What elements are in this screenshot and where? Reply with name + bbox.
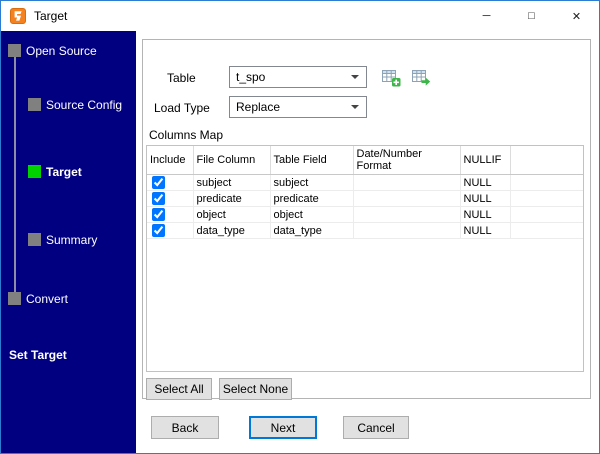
back-button[interactable]: Back (151, 416, 219, 439)
wizard-sidebar: Open Source Source Config Target Summary… (1, 31, 136, 453)
columns-map-label: Columns Map (149, 128, 224, 142)
table-field-cell[interactable]: subject (270, 174, 354, 191)
grid-header-row: Include File Column Table Field Date/Num… (147, 146, 583, 175)
step-marker-target (28, 165, 41, 178)
step-marker-source-config (28, 98, 41, 111)
format-cell[interactable] (353, 190, 461, 207)
target-dialog: Target ─ □ ✕ Open Source Source Config T… (0, 0, 600, 454)
filler-cell (510, 190, 583, 207)
filler-cell (510, 222, 583, 239)
nullif-cell[interactable]: NULL (460, 222, 511, 239)
main-area: Table t_spo Load Type Replace Columns Ma… (136, 31, 599, 453)
step-marker-convert (8, 292, 21, 305)
step-label-summary: Summary (46, 233, 98, 247)
cancel-button[interactable]: Cancel (343, 416, 409, 439)
header-file-column[interactable]: File Column (193, 146, 271, 175)
target-config-panel: Table t_spo Load Type Replace Columns Ma… (142, 39, 591, 400)
step-label-source-config: Source Config (46, 98, 123, 112)
filler-cell (510, 206, 583, 223)
table-row: data_type data_type NULL (147, 222, 583, 239)
table-select[interactable]: t_spo (229, 66, 367, 88)
table-row: predicate predicate NULL (147, 190, 583, 207)
minimize-button[interactable]: ─ (464, 1, 509, 31)
include-checkbox[interactable] (152, 176, 165, 189)
header-date-number-format[interactable]: Date/Number Format (353, 146, 461, 175)
nullif-cell[interactable]: NULL (460, 174, 511, 191)
browse-table-button[interactable] (409, 65, 433, 89)
window-controls: ─ □ ✕ (464, 1, 599, 31)
file-column-cell[interactable]: data_type (193, 222, 271, 239)
table-label: Table (167, 71, 196, 85)
browse-table-icon (412, 70, 431, 86)
include-cell[interactable] (147, 206, 194, 223)
format-cell[interactable] (353, 222, 461, 239)
load-type-select[interactable]: Replace (229, 96, 367, 118)
step-marker-summary (28, 233, 41, 246)
table-select-value: t_spo (236, 70, 266, 84)
window-title: Target (34, 9, 68, 23)
include-cell[interactable] (147, 190, 194, 207)
chevron-down-icon (351, 105, 359, 109)
filler-cell (510, 174, 583, 191)
new-table-button[interactable] (379, 65, 403, 89)
chevron-down-icon (351, 75, 359, 79)
columns-map-body: subject subject NULL predicate predicate NULL… (147, 174, 583, 239)
app-logo-icon (10, 8, 26, 24)
titlebar: Target ─ □ ✕ (1, 1, 599, 31)
table-field-cell[interactable]: object (270, 206, 354, 223)
maximize-button[interactable]: □ (509, 1, 554, 31)
table-row: subject subject NULL (147, 174, 583, 191)
include-cell[interactable] (147, 222, 194, 239)
step-label-open-source: Open Source (26, 44, 97, 58)
table-field-cell[interactable]: data_type (270, 222, 354, 239)
step-connector-line (14, 50, 16, 298)
nullif-cell[interactable]: NULL (460, 190, 511, 207)
format-cell[interactable] (353, 206, 461, 223)
step-label-target: Target (46, 165, 82, 179)
file-column-cell[interactable]: predicate (193, 190, 271, 207)
next-button[interactable]: Next (249, 416, 317, 439)
load-type-select-value: Replace (236, 100, 281, 114)
file-column-cell[interactable]: subject (193, 174, 271, 191)
header-include[interactable]: Include (147, 146, 194, 175)
columns-map-grid: Include File Column Table Field Date/Num… (146, 145, 584, 372)
table-row: object object NULL (147, 206, 583, 223)
file-column-cell[interactable]: object (193, 206, 271, 223)
sidebar-status-text: Set Target (9, 348, 67, 362)
close-button[interactable]: ✕ (554, 1, 599, 31)
header-filler (510, 146, 583, 175)
include-checkbox[interactable] (152, 224, 165, 237)
select-none-button[interactable]: Select None (219, 378, 292, 400)
new-table-icon (382, 70, 401, 87)
step-label-convert: Convert (26, 292, 69, 306)
format-cell[interactable] (353, 174, 461, 191)
step-marker-open-source (8, 44, 21, 57)
nullif-cell[interactable]: NULL (460, 206, 511, 223)
include-cell[interactable] (147, 174, 194, 191)
load-type-label: Load Type (154, 101, 210, 115)
columns-map-table: Include File Column Table Field Date/Num… (147, 146, 583, 239)
select-all-button[interactable]: Select All (146, 378, 212, 400)
table-field-cell[interactable]: predicate (270, 190, 354, 207)
header-table-field[interactable]: Table Field (270, 146, 354, 175)
header-nullif[interactable]: NULLIF (460, 146, 511, 175)
include-checkbox[interactable] (152, 208, 165, 221)
include-checkbox[interactable] (152, 192, 165, 205)
